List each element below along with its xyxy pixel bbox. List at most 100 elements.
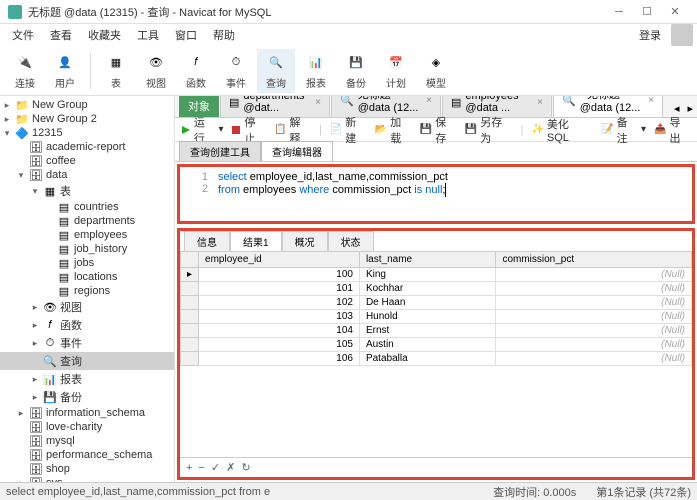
事件-icon: ⏱ [225, 51, 247, 73]
result-tab-概况[interactable]: 概况 [282, 231, 328, 251]
table-icon: ▤ [57, 215, 71, 227]
tree-employees[interactable]: ▤employees [0, 228, 174, 242]
titlebar: 无标题 @data (12315) - 查询 - Navicat for MyS… [0, 0, 697, 24]
报表-icon: 📊 [305, 51, 327, 73]
tree-locations[interactable]: ▤locations [0, 270, 174, 284]
beautify-button[interactable]: ✨美化 SQL [531, 116, 593, 144]
status-sql: select employee_id,last_name,commission_… [6, 486, 270, 498]
query-actionbar: 运行 ▾ 停止 📋解释 | 📄新建 📂加载 💾保存 💾另存为 | ✨美化 SQL… [175, 118, 697, 142]
tree-备份[interactable]: ▸💾备份 [0, 388, 174, 406]
grid-footer: + − ✓ ✗ ↻ [180, 457, 692, 477]
toolbar-查询[interactable]: 🔍查询 [257, 49, 295, 93]
commit[interactable]: ✓ [211, 461, 220, 474]
tree-love-charity[interactable]: 🗄love-charity [0, 420, 174, 434]
close-icon[interactable]: × [426, 96, 432, 106]
toolbar-函数[interactable]: 𝑓函数 [177, 49, 215, 93]
toolbar-计划[interactable]: 📅计划 [377, 49, 415, 93]
del-row[interactable]: − [198, 462, 204, 474]
menu-查看[interactable]: 查看 [42, 25, 80, 45]
toolbar-用户[interactable]: 👤用户 [46, 49, 84, 93]
table-row[interactable]: 101Kochhar(Null) [181, 282, 692, 296]
close-icon[interactable]: × [537, 97, 543, 108]
col-commission_pct[interactable]: commission_pct [496, 252, 692, 268]
col-last_name[interactable]: last_name [359, 252, 496, 268]
tree-job_history[interactable]: ▤job_history [0, 242, 174, 256]
tree-jobs[interactable]: ▤jobs [0, 256, 174, 270]
close-icon[interactable]: × [315, 97, 321, 108]
tree-sys[interactable]: ▸🗄sys [0, 476, 174, 482]
minimize-button[interactable]: ─ [605, 2, 633, 22]
login-link[interactable]: 登录 [639, 27, 661, 43]
table-row[interactable]: 106Pataballa(Null) [181, 352, 692, 366]
avatar[interactable] [671, 24, 693, 46]
toolbar-视图[interactable]: 👁视图 [137, 49, 175, 93]
tree-函数[interactable]: ▸𝑓函数 [0, 316, 174, 334]
toolbar-报表[interactable]: 📊报表 [297, 49, 335, 93]
tree-mysql[interactable]: 🗄mysql [0, 434, 174, 448]
tree-事件[interactable]: ▸⏱事件 [0, 334, 174, 352]
table-row[interactable]: 105Austin(Null) [181, 338, 692, 352]
refresh[interactable]: ↻ [241, 461, 250, 474]
table-row[interactable]: 102De Haan(Null) [181, 296, 692, 310]
备份-icon: 💾 [345, 51, 367, 73]
tree-12315[interactable]: ▾🔷12315 [0, 126, 174, 140]
saveas-button[interactable]: 💾另存为 [465, 114, 513, 146]
menu-窗口[interactable]: 窗口 [167, 25, 205, 45]
tree-New Group[interactable]: ▸📁New Group [0, 98, 174, 112]
toolbar-连接[interactable]: 🔌连接 [6, 49, 44, 93]
result-tab-信息[interactable]: 信息 [184, 231, 230, 251]
tree-coffee[interactable]: 🗄coffee [0, 154, 174, 168]
menu-文件[interactable]: 文件 [4, 25, 42, 45]
close-icon[interactable]: × [648, 96, 654, 106]
tree-departments[interactable]: ▤departments [0, 214, 174, 228]
result-grid[interactable]: employee_idlast_namecommission_pct▸100Ki… [180, 251, 692, 457]
menu-工具[interactable]: 工具 [129, 25, 167, 45]
maximize-button[interactable]: ☐ [633, 2, 661, 22]
event-icon: ⏱ [43, 337, 57, 349]
builder-tab[interactable]: 查询创建工具 [179, 141, 261, 161]
tree-New Group 2[interactable]: ▸📁New Group 2 [0, 112, 174, 126]
table-row[interactable]: 103Hunold(Null) [181, 310, 692, 324]
folder-icon: 📁 [15, 99, 29, 111]
tree-表[interactable]: ▾▦表 [0, 182, 174, 200]
sidebar[interactable]: ▸📁New Group▸📁New Group 2▾🔷12315🗄academic… [0, 96, 175, 482]
new-button[interactable]: 📄新建 [330, 114, 367, 146]
table-row[interactable]: ▸100King(Null) [181, 268, 692, 282]
col-employee_id[interactable]: employee_id [199, 252, 360, 268]
table-row[interactable]: 104Ernst(Null) [181, 324, 692, 338]
query-icon: 🔍 [43, 355, 57, 367]
result-tabs: 信息结果1概况状态 [180, 231, 692, 251]
export-button[interactable]: 📤导出 [654, 114, 691, 146]
result-tab-结果1[interactable]: 结果1 [230, 231, 282, 251]
db-icon: 🗄 [29, 449, 43, 461]
db-icon: 🗄 [29, 169, 43, 181]
tree-视图[interactable]: ▸👁视图 [0, 298, 174, 316]
menu-收藏夹[interactable]: 收藏夹 [80, 25, 129, 45]
load-button[interactable]: 📂加载 [375, 114, 412, 146]
toolbar-备份[interactable]: 💾备份 [337, 49, 375, 93]
menu-帮助[interactable]: 帮助 [205, 25, 243, 45]
tree-information_schema[interactable]: ▸🗄information_schema [0, 406, 174, 420]
close-button[interactable]: ✕ [661, 2, 689, 22]
tree-data[interactable]: ▾🗄data [0, 168, 174, 182]
tree-performance_schema[interactable]: 🗄performance_schema [0, 448, 174, 462]
table-icon: ▤ [451, 96, 461, 109]
result-tab-状态[interactable]: 状态 [328, 231, 374, 251]
tree-academic-report[interactable]: 🗄academic-report [0, 140, 174, 154]
toolbar-表[interactable]: ▦表 [97, 49, 135, 93]
cancel[interactable]: ✗ [226, 461, 235, 474]
toolbar-事件[interactable]: ⏱事件 [217, 49, 255, 93]
query-icon: 🔍 [562, 96, 576, 107]
save-button[interactable]: 💾保存 [420, 114, 457, 146]
tree-报表[interactable]: ▸📊报表 [0, 370, 174, 388]
tree-regions[interactable]: ▤regions [0, 284, 174, 298]
tree-countries[interactable]: ▤countries [0, 200, 174, 214]
add-row[interactable]: + [186, 462, 192, 474]
sql-editor[interactable]: 1select employee_id,last_name,commission… [177, 164, 695, 224]
editor-tab[interactable]: 查询编辑器 [261, 141, 333, 161]
status-time: 查询时间: 0.000s [493, 484, 576, 500]
tree-查询[interactable]: 🔍查询 [0, 352, 174, 370]
notes-button[interactable]: 📝备注 ▾ [601, 114, 646, 146]
toolbar-模型[interactable]: ◈模型 [417, 49, 455, 93]
tree-shop[interactable]: 🗄shop [0, 462, 174, 476]
